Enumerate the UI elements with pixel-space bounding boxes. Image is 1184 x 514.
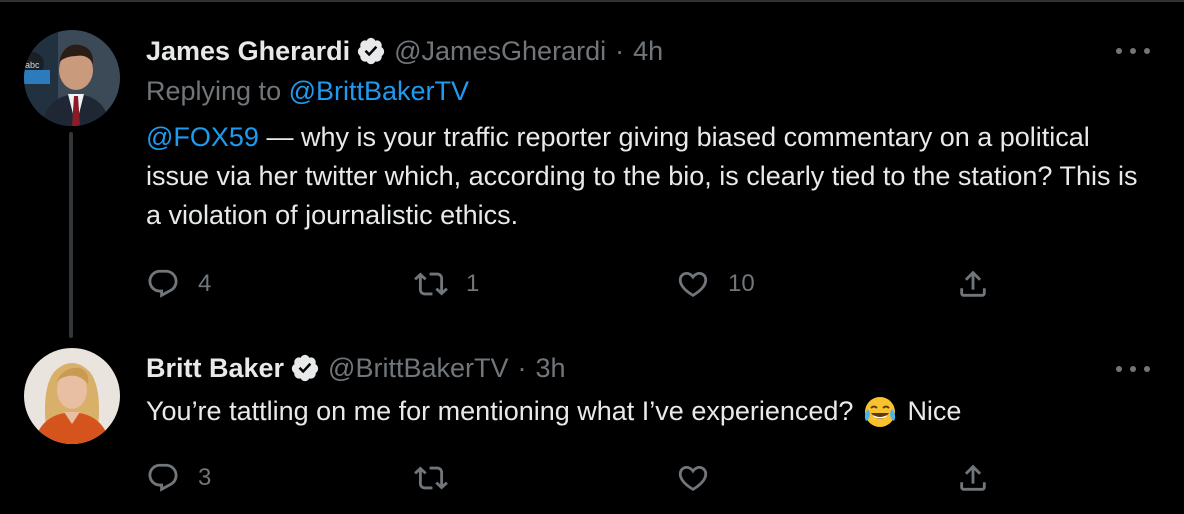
tweet-body-text-end: Nice — [907, 396, 962, 426]
tweet-britt-baker[interactable]: Britt Baker @BrittBakerTV · 3h You’re ta… — [0, 340, 1184, 514]
author-name[interactable]: James Gherardi — [146, 36, 350, 67]
mention-link[interactable]: @FOX59 — [146, 122, 259, 152]
tweet-action-bar: 3 — [146, 458, 1006, 498]
share-button[interactable] — [956, 458, 990, 498]
tweet-header: Britt Baker @BrittBakerTV · 3h — [146, 351, 566, 385]
tweet-james-gherardi[interactable]: abc James Gherardi @JamesGherardi · 4h R… — [0, 0, 1184, 340]
replying-to-label: Replying to — [146, 76, 289, 106]
tweet-text: @FOX59 — why is your traffic reporter gi… — [146, 118, 1156, 235]
reply-count: 3 — [198, 464, 212, 491]
reply-icon — [148, 269, 178, 298]
verified-badge-icon — [290, 353, 320, 383]
author-handle[interactable]: @JamesGherardi — [394, 36, 606, 67]
retweet-icon — [414, 466, 448, 490]
author-name[interactable]: Britt Baker — [146, 353, 284, 384]
avatar[interactable] — [24, 348, 120, 444]
svg-text:abc: abc — [25, 60, 40, 70]
reply-icon — [148, 463, 178, 492]
avatar-image: abc — [24, 30, 120, 126]
reply-count: 4 — [198, 270, 212, 297]
tweet-text: You’re tattling on me for mentioning wha… — [146, 392, 1156, 431]
tweet-body-text: — why is your traffic reporter giving bi… — [146, 122, 1138, 230]
retweet-button[interactable]: 1 — [414, 264, 479, 304]
reply-button[interactable]: 3 — [146, 458, 211, 498]
avatar[interactable]: abc — [24, 30, 120, 126]
reply-button[interactable]: 4 — [146, 264, 211, 304]
heart-icon — [678, 465, 708, 491]
tweet-header: James Gherardi @JamesGherardi · 4h — [146, 34, 663, 68]
author-handle[interactable]: @BrittBakerTV — [328, 353, 508, 384]
share-button[interactable] — [956, 264, 990, 304]
avatar-image — [24, 348, 120, 444]
like-button[interactable]: 10 — [676, 264, 755, 304]
retweet-count: 1 — [466, 270, 480, 297]
header-separator: · — [615, 35, 625, 66]
share-icon — [960, 270, 986, 297]
like-button[interactable] — [676, 458, 728, 498]
replying-to-mention-link[interactable]: @BrittBakerTV — [289, 76, 469, 106]
replying-to-line: Replying to @BrittBakerTV — [146, 76, 469, 107]
tweet-timestamp[interactable]: 4h — [633, 36, 663, 67]
more-options-icon[interactable] — [1116, 364, 1150, 374]
like-count: 10 — [728, 270, 755, 297]
tweet-timestamp[interactable]: 3h — [536, 353, 566, 384]
header-separator: · — [517, 352, 527, 383]
tweet-body-text: You’re tattling on me for mentioning wha… — [146, 396, 854, 426]
heart-icon — [678, 271, 708, 297]
tweet-action-bar: 4 1 10 — [146, 264, 1006, 304]
face-with-tears-of-joy-icon — [863, 395, 897, 429]
thread-connector-line — [69, 132, 73, 338]
retweet-button[interactable] — [414, 458, 466, 498]
verified-badge-icon — [356, 36, 386, 66]
more-options-icon[interactable] — [1116, 46, 1150, 56]
share-icon — [960, 464, 986, 491]
retweet-icon — [414, 272, 448, 296]
